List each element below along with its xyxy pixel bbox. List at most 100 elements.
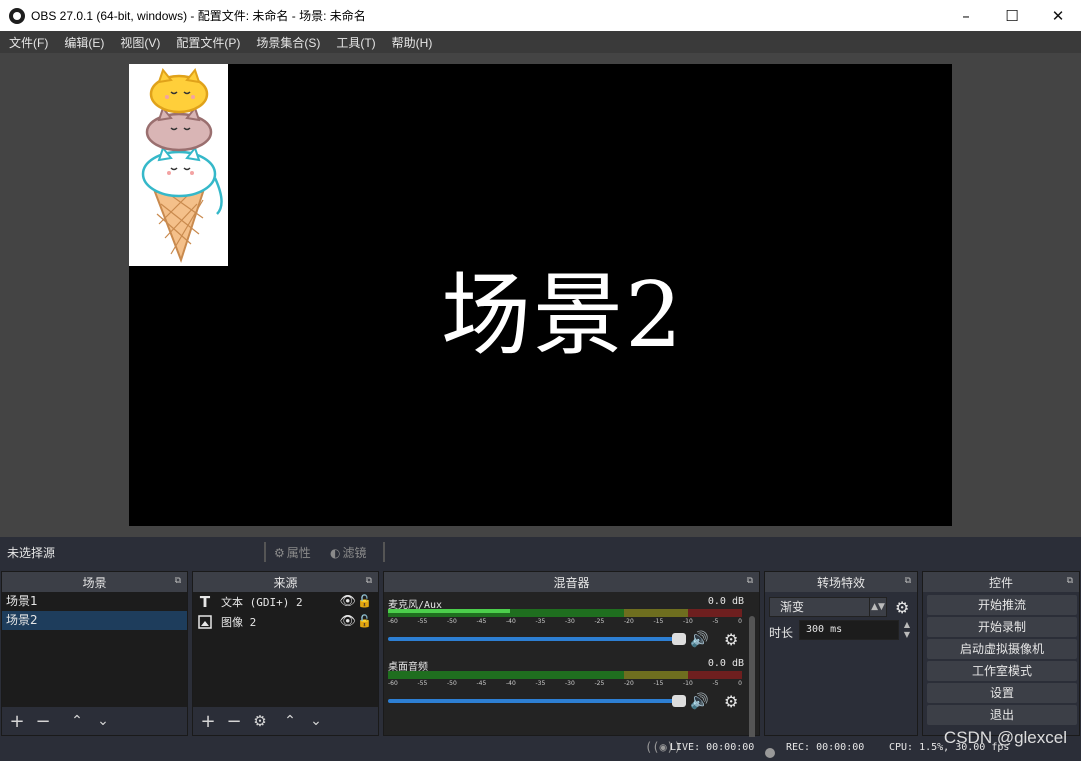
start-virtual-camera-button[interactable]: 启动虚拟摄像机 [927, 639, 1077, 659]
desktop-audio-track: 桌面音频 0.0 dB -60 -55 -50 -45 -40 -35 -30 -25 -20-… [388, 658, 744, 718]
menu-profile[interactable]: 配置文件(P) [170, 34, 246, 51]
speaker-icon[interactable]: 🔊 [690, 692, 709, 710]
remove-source-button[interactable]: − [223, 710, 245, 732]
menu-view[interactable]: 视图(V) [114, 34, 166, 51]
properties-label: 属性 [286, 546, 311, 560]
sources-dock-header: 来源 ⧉ [193, 572, 378, 592]
gear-icon[interactable]: ⚙ [724, 692, 738, 711]
obs-logo-icon [9, 7, 25, 24]
gear-icon[interactable]: ⚙ [895, 598, 909, 617]
volume-slider-handle[interactable] [672, 695, 686, 707]
window-title: OBS 27.0.1 (64-bit, windows) - 配置文件: 未命名… [31, 9, 366, 23]
live-status: LIVE: 00:00:00 [670, 742, 755, 753]
menu-help[interactable]: 帮助(H) [386, 34, 439, 51]
undock-icon[interactable]: ⧉ [1067, 576, 1073, 586]
controls-dock-title: 控件 [988, 575, 1013, 590]
toolbar-separator [264, 542, 266, 562]
lock-icon[interactable]: 🔓 [357, 614, 372, 628]
preview-canvas[interactable]: 场景2 [129, 64, 952, 526]
transition-type-value: 渐变 [780, 600, 805, 614]
volume-meter [388, 609, 742, 617]
duration-input[interactable]: 300 ms [799, 620, 899, 640]
sources-dock: 来源 ⧉ T 文本 (GDI+) 2 👁 🔓 图像 2 👁 🔓 + − ⚙ ⌃ … [192, 571, 379, 736]
filters-button[interactable]: ◐ 滤镜 [330, 544, 367, 561]
remove-scene-button[interactable]: − [32, 710, 54, 732]
transitions-body: 渐变 ▲▼ ⚙ 时长 300 ms ▲ ▼ [765, 592, 917, 735]
menu-scene-collection[interactable]: 场景集合(S) [250, 34, 326, 51]
meter-scale: -60 -55 -50 -45 -40 -35 -30 -25 -20 -15 -10 -5 0 [388, 618, 742, 625]
menu-edit[interactable]: 编辑(E) [58, 34, 110, 51]
sources-dock-title: 来源 [273, 575, 298, 590]
visibility-eye-icon[interactable]: 👁 [339, 614, 356, 629]
chevron-updown-icon: ▲▼ [869, 598, 886, 616]
scenes-dock: 场景 ⧉ 场景1 场景2 + − ⌃ ⌄ [1, 571, 188, 736]
csdn-watermark: CSDN @glexcel [943, 728, 1067, 747]
controls-dock: 控件 ⧉ 开始推流 开始录制 启动虚拟摄像机 工作室模式 设置 退出 [922, 571, 1080, 736]
studio-mode-button[interactable]: 工作室模式 [927, 661, 1077, 681]
undock-icon[interactable]: ⧉ [366, 576, 372, 586]
volume-slider-handle[interactable] [672, 633, 686, 645]
volume-slider[interactable] [388, 695, 686, 707]
start-streaming-button[interactable]: 开始推流 [927, 595, 1077, 615]
mixer-dock-header: 混音器 ⧉ [384, 572, 759, 592]
window-controls: – ☐ ✕ [943, 0, 1081, 31]
filters-label: 滤镜 [342, 546, 367, 560]
scene-item-selected[interactable]: 场景2 [2, 611, 187, 630]
text-icon: T [199, 593, 211, 611]
rec-status: REC: 00:00:00 [786, 742, 865, 753]
no-source-selected-label: 未选择源 [7, 545, 56, 560]
audio-mixer-dock: 混音器 ⧉ 麦克风/Aux 0.0 dB -60 -55 -50 -45 -40 -35-… [383, 571, 760, 752]
source-properties-gear-icon[interactable]: ⚙ [249, 710, 271, 732]
menu-tools[interactable]: 工具(T) [330, 34, 381, 51]
cat-ice-cream-image[interactable] [129, 64, 228, 266]
source-item[interactable]: 图像 2 👁 🔓 [193, 612, 378, 632]
lock-icon[interactable]: 🔓 [357, 594, 372, 608]
transition-select[interactable]: 渐变 ▲▼ [769, 597, 887, 617]
properties-button[interactable]: ⚙ 属性 [274, 544, 311, 561]
undock-icon[interactable]: ⧉ [747, 576, 753, 586]
mixer-dock-title: 混音器 [553, 575, 590, 590]
source-item[interactable]: T 文本 (GDI+) 2 👁 🔓 [193, 592, 378, 612]
volume-slider[interactable] [388, 633, 686, 645]
mixer-scrollbar[interactable] [749, 616, 755, 752]
gear-icon[interactable]: ⚙ [724, 630, 738, 649]
cat-ice-cream-illustration [141, 67, 223, 264]
meter-scale: -60 -55 -50 -45 -40 -35 -30 -25 -20 -15 -10 -5 0 [388, 680, 742, 687]
move-source-down-button[interactable]: ⌄ [305, 710, 327, 732]
move-scene-up-button[interactable]: ⌃ [66, 710, 88, 732]
scene-list: 场景1 场景2 [2, 592, 187, 707]
duration-label: 时长 [769, 626, 794, 640]
scenes-dock-title: 场景 [82, 575, 107, 590]
preview-area: 场景2 [0, 53, 1081, 537]
move-scene-down-button[interactable]: ⌄ [92, 710, 114, 732]
controls-body: 开始推流 开始录制 启动虚拟摄像机 工作室模式 设置 退出 [923, 592, 1079, 735]
source-name: 图像 2 [221, 616, 257, 629]
maximize-button[interactable]: ☐ [989, 0, 1035, 31]
scene-text-source[interactable]: 场景2 [441, 242, 684, 372]
close-button[interactable]: ✕ [1035, 0, 1081, 31]
transitions-dock-header: 转场特效 ⧉ [765, 572, 917, 592]
speaker-icon[interactable]: 🔊 [690, 630, 709, 648]
track-db-readout: 0.0 dB [707, 596, 744, 607]
transitions-dock-title: 转场特效 [816, 575, 865, 590]
menu-file[interactable]: 文件(F) [3, 34, 54, 51]
scene-item[interactable]: 场景1 [2, 592, 187, 611]
add-source-button[interactable]: + [197, 710, 219, 732]
start-recording-button[interactable]: 开始录制 [927, 617, 1077, 637]
minimize-button[interactable]: – [943, 0, 989, 31]
add-scene-button[interactable]: + [6, 710, 28, 732]
sources-dock-footer: + − ⚙ ⌃ ⌄ [193, 707, 378, 735]
exit-button[interactable]: 退出 [927, 705, 1077, 725]
gear-icon: ⚙ [274, 545, 285, 560]
source-toolbar: 未选择源 ⚙ 属性 ◐ 滤镜 [0, 537, 1081, 567]
visibility-eye-icon[interactable]: 👁 [339, 594, 356, 609]
source-name: 文本 (GDI+) 2 [221, 596, 303, 609]
scene-transitions-dock: 转场特效 ⧉ 渐变 ▲▼ ⚙ 时长 300 ms ▲ ▼ [764, 571, 918, 736]
duration-spinner[interactable]: ▲ ▼ [901, 620, 913, 640]
scenes-dock-footer: + − ⌃ ⌄ [2, 707, 187, 735]
undock-icon[interactable]: ⧉ [175, 576, 181, 586]
move-source-up-button[interactable]: ⌃ [279, 710, 301, 732]
title-bar: OBS 27.0.1 (64-bit, windows) - 配置文件: 未命名… [0, 0, 1081, 31]
undock-icon[interactable]: ⧉ [905, 576, 911, 586]
settings-button[interactable]: 设置 [927, 683, 1077, 703]
